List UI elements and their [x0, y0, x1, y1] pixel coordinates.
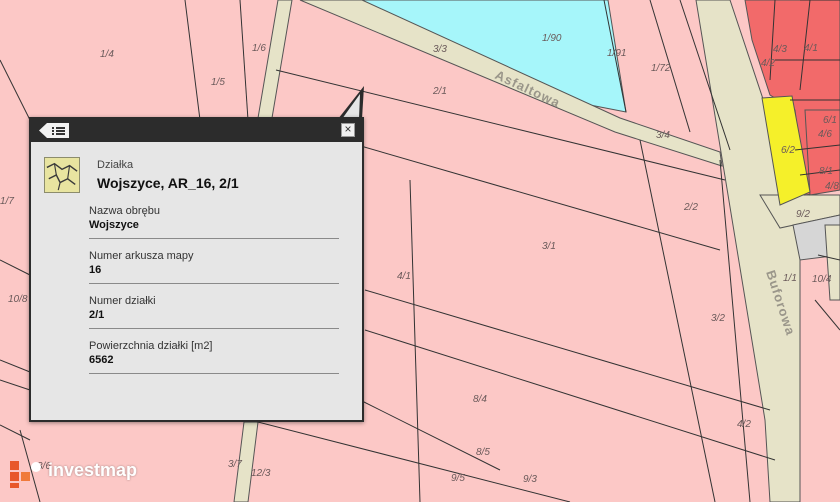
parcel-label: 10/4: [812, 274, 832, 285]
parcel-label: 9/3: [523, 474, 537, 485]
parcel-label: 9/5: [451, 473, 465, 484]
parcel-label: 8/5: [476, 447, 490, 458]
field-value: Wojszyce: [89, 219, 139, 231]
parcel-label: 8/4: [473, 394, 487, 405]
parcel-label: 1/4: [100, 49, 114, 60]
parcel-label: 4/1: [804, 43, 818, 54]
parcel-label: 1/5: [211, 77, 225, 88]
parcel-label: 8/1: [819, 166, 833, 177]
parcel-map-icon: [44, 157, 80, 193]
parcel-label: 12/3: [251, 468, 271, 479]
popup-pointer: [338, 86, 364, 119]
parcel-label: 1/90: [542, 33, 562, 44]
field-numer-arkusza: Numer arkusza mapy 16: [89, 250, 339, 284]
feature-title: Wojszyce, AR_16, 2/1: [97, 175, 239, 191]
field-key: Numer działki: [89, 295, 156, 307]
parcel-label: 2/1: [432, 86, 447, 97]
parcel-label: 6/2: [781, 145, 795, 156]
parcel-label: 2/2: [683, 202, 698, 213]
parcel-label: 3/4: [656, 130, 670, 141]
parcel-label: 3/2: [711, 313, 725, 324]
investmap-logo-icon: [10, 461, 41, 488]
field-numer-dzialki: Numer działki 2/1: [89, 295, 339, 329]
field-value: 2/1: [89, 309, 105, 321]
parcel-label: 3/7: [228, 459, 242, 470]
logo-text: investmap: [48, 460, 138, 480]
parcel-label: 1/72: [651, 63, 671, 74]
parcel-label: 1/7: [0, 196, 14, 207]
field-key: Nazwa obrębu: [89, 205, 160, 217]
field-key: Numer arkusza mapy: [89, 250, 194, 262]
parcel-label: 4/8: [825, 181, 839, 192]
close-button[interactable]: ×: [341, 123, 355, 137]
parcel-label: 4/1: [397, 271, 411, 282]
parcel-label: 4/2: [761, 58, 775, 69]
parcel-label: 1/91: [607, 48, 626, 59]
feature-type-label: Działka: [97, 159, 134, 171]
parcel-label: 4/2: [737, 419, 751, 430]
field-nazwa-obrebu: Nazwa obrębu Wojszyce: [89, 205, 339, 239]
parcel-label: 1/6: [252, 43, 266, 54]
field-powierzchnia: Powierzchnia działki [m2] 6562: [89, 340, 339, 374]
parcel-label: 4/6: [818, 129, 832, 140]
info-popup: × Działka Wojszyce, AR_16, 2/1 Nazwa obr…: [29, 117, 364, 422]
menu-list-icon[interactable]: [39, 123, 69, 138]
parcel-label: 4/3: [773, 44, 787, 55]
parcel-label: 3/3: [433, 44, 447, 55]
field-value: 6562: [89, 354, 114, 366]
popup-header: ×: [31, 119, 362, 142]
field-value: 16: [89, 264, 102, 276]
parcel-label: 9/2: [796, 209, 810, 220]
parcel-label: 10/8: [8, 294, 28, 305]
parcel-label: 6/1: [823, 115, 837, 126]
field-key: Powierzchnia działki [m2]: [89, 340, 213, 352]
parcel-label: 3/1: [542, 241, 556, 252]
parcel-label: 1/1: [783, 273, 797, 284]
